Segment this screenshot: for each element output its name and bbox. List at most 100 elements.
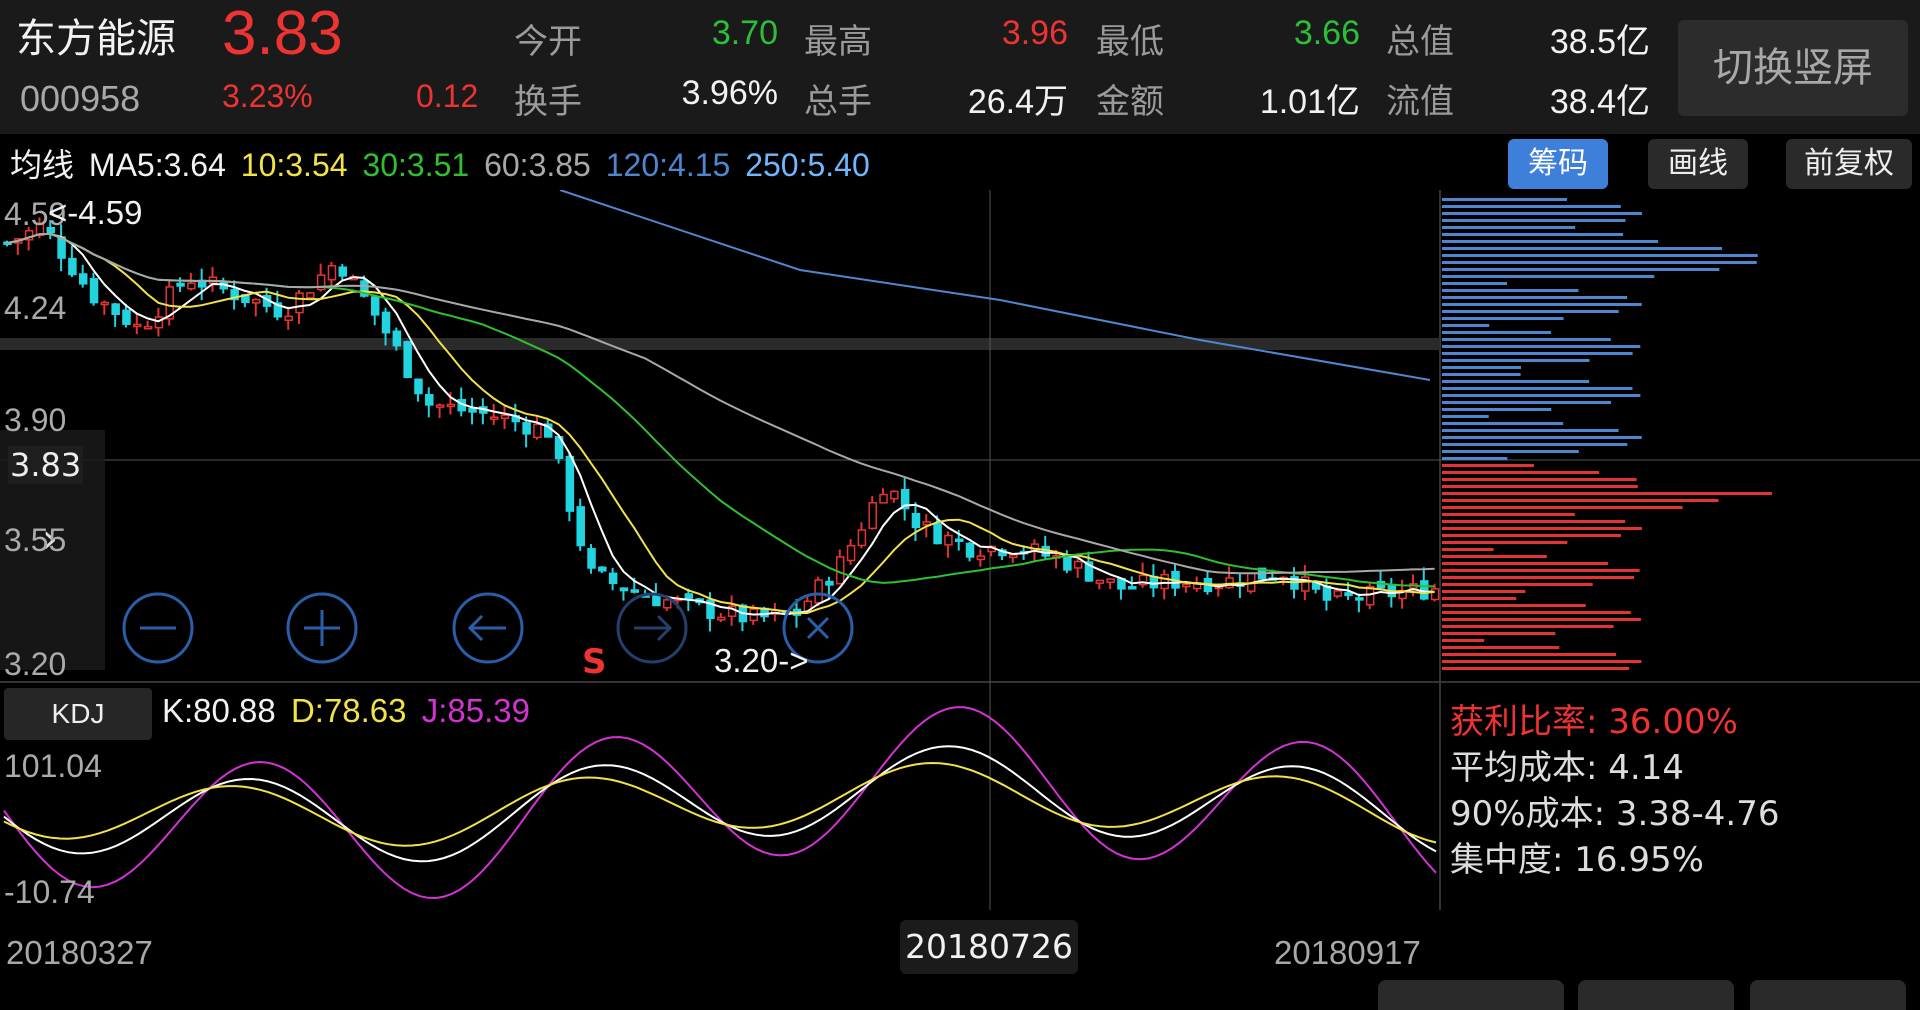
candle-body (879, 493, 888, 504)
ma60-value: 60:3.85 (484, 147, 591, 183)
candle-body (1009, 554, 1018, 559)
zoom-in-icon[interactable] (286, 592, 358, 664)
bottom-tab[interactable] (1578, 980, 1734, 1010)
candle-body (954, 538, 964, 542)
candle-body (468, 407, 477, 413)
chip-bar-loss (1442, 324, 1490, 327)
axis-price-label: 4.24 (4, 290, 67, 326)
candle-body (176, 282, 185, 287)
ma-label: 均线 (10, 147, 75, 183)
pan-left-icon[interactable] (452, 592, 524, 664)
candle-body (522, 422, 531, 435)
chip-bar-loss (1442, 443, 1628, 446)
chip-bar-profit (1442, 590, 1526, 593)
ma-legend: 均线 MA5:3.64 10:3.54 30:3.51 60:3.85 120:… (0, 140, 876, 192)
chip-bar-profit (1442, 660, 1642, 663)
sell-marker: S (582, 642, 607, 682)
candle-body (251, 298, 261, 304)
candle-body (1128, 586, 1137, 590)
kdj-j-line (3, 706, 1437, 900)
kdj-indicator-button[interactable]: KDJ (4, 688, 152, 740)
chip-bar-profit (1442, 506, 1683, 509)
chip-bar-profit (1442, 632, 1556, 635)
candle-body (370, 296, 380, 316)
chip-bar-profit (1442, 555, 1547, 558)
candle-body (1355, 597, 1364, 601)
bottom-tab[interactable] (1378, 980, 1564, 1010)
ma10-value: 10:3.54 (240, 147, 348, 183)
kdj-lines (3, 706, 1437, 900)
axis-price-label: 3.20 (4, 646, 67, 682)
bottom-tab[interactable] (1750, 980, 1906, 1010)
chip-bar-profit (1442, 471, 1600, 474)
chip-bar-profit (1442, 562, 1609, 565)
chip-bar-profit (1442, 576, 1635, 579)
zoom-out-icon[interactable] (122, 592, 194, 664)
candle-body (1073, 560, 1083, 569)
candle-body (414, 378, 423, 395)
candle-body (1182, 583, 1191, 588)
candle-body (133, 323, 142, 328)
date-end: 20180917 (1274, 934, 1421, 971)
chips-button[interactable]: 筹码 (1508, 139, 1608, 189)
candle-body (717, 616, 726, 621)
candle-body (965, 542, 975, 558)
chip-bar-loss (1442, 198, 1567, 201)
ma5-line (6, 232, 1435, 616)
chip-bar-loss (1442, 282, 1507, 285)
stock-code: 000958 (20, 78, 141, 119)
stat-volume-label: 总手 (804, 82, 872, 122)
candle-body (381, 311, 391, 334)
candle-body (630, 589, 640, 593)
pan-right-icon[interactable] (616, 592, 688, 664)
candle-body (814, 579, 823, 604)
stat-high-value: 3.96 (1001, 14, 1068, 52)
stat-high-label: 最高 (804, 22, 872, 62)
kdj-axis-top: 101.04 (4, 748, 102, 784)
axis-price-390: 3.90 (4, 402, 66, 439)
candle-body (446, 403, 456, 408)
chip-bar-profit (1442, 520, 1626, 523)
kdj-j: J:85.39 (421, 692, 530, 729)
candle-body (1333, 590, 1343, 597)
chip-bar-loss (1442, 338, 1611, 341)
kdj-d-line (3, 761, 1437, 847)
candle-body (976, 555, 986, 561)
chip-bar-loss (1442, 366, 1522, 369)
chip-bar-loss (1442, 296, 1628, 299)
chip-bar-profit (1442, 597, 1517, 600)
stock-name: 东方能源 (16, 16, 176, 62)
chip-bar-loss (1442, 387, 1633, 390)
chip-bar-loss (1442, 373, 1521, 376)
candle-body (825, 580, 834, 586)
chip-bar-loss (1442, 219, 1626, 222)
chip-bar-loss (1442, 254, 1758, 257)
chip-bar-loss (1442, 422, 1564, 425)
chip-bar-loss (1442, 303, 1642, 306)
restore-rights-button[interactable]: 前复权 (1786, 139, 1912, 189)
candle-body (565, 455, 575, 512)
axis-price-current: 3.83 (8, 446, 84, 484)
candle-body (587, 548, 596, 569)
chip-bar-loss (1442, 394, 1641, 397)
kdj-k-line (3, 745, 1437, 863)
candle-body (933, 523, 942, 545)
chip-bar-loss (1442, 359, 1590, 362)
stat-volume-value: 26.4万 (967, 83, 1068, 121)
quote-header: 东方能源 3.83 000958 3.23% 0.12 今开 3.70 最高 3… (0, 0, 1920, 134)
chip-90-cost: 90%成本: 3.38-4.76 (1450, 794, 1780, 834)
stat-float-label: 流值 (1386, 82, 1454, 122)
switch-portrait-button[interactable]: 切换竖屏 (1678, 20, 1908, 116)
chip-bar-loss (1442, 289, 1579, 292)
ma10-line (6, 232, 1435, 615)
candle-body (295, 292, 304, 314)
stat-open-label: 今开 (514, 22, 582, 62)
draw-line-button[interactable]: 画线 (1648, 139, 1748, 189)
candle-body (425, 393, 434, 406)
candle-body (403, 341, 412, 379)
ma120-value: 120:4.15 (605, 147, 731, 183)
chip-bar-loss (1442, 450, 1579, 453)
candle-body (576, 506, 585, 547)
chip-bar-loss (1442, 317, 1564, 320)
stat-mktcap-label: 总值 (1386, 22, 1454, 62)
